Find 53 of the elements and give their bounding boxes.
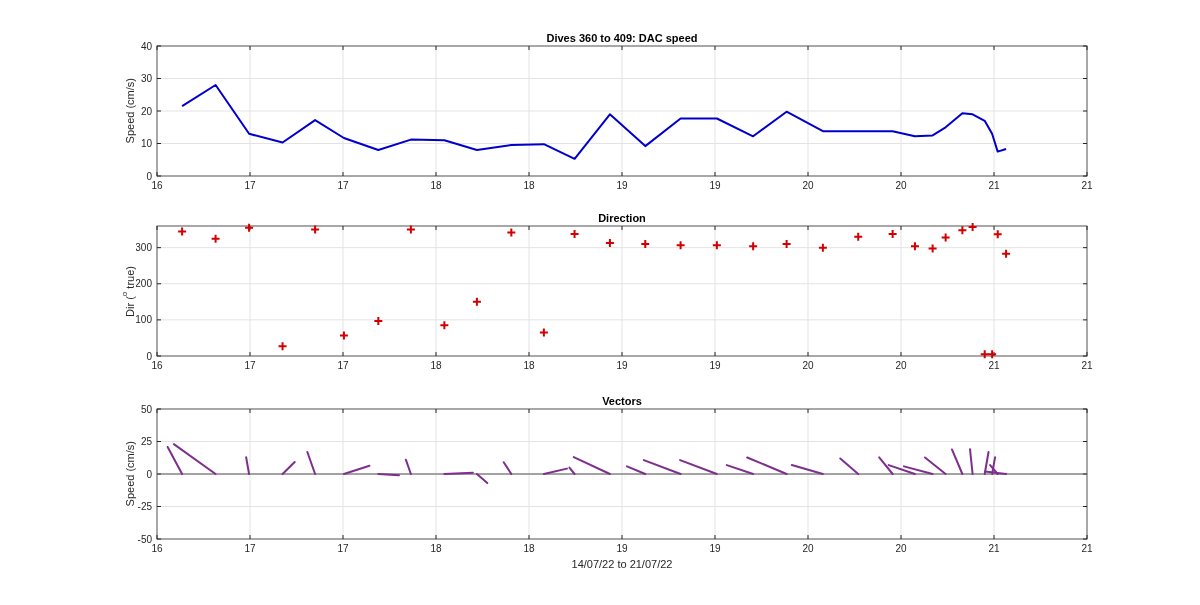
tick-label: 20 xyxy=(802,180,814,191)
tick-label: 17 xyxy=(337,180,349,191)
chart-title: Vectors xyxy=(602,395,642,407)
tick-label: 18 xyxy=(523,360,535,371)
tick-label: 21 xyxy=(1081,360,1093,371)
tick-label: 20 xyxy=(895,180,907,191)
axis-label: Speed (cm/s) xyxy=(123,441,136,507)
tick-label: 50 xyxy=(140,403,152,415)
tick-label: 10 xyxy=(140,138,152,149)
tick-label: 20 xyxy=(802,360,814,371)
tick-label: 17 xyxy=(337,360,349,371)
axis-label: 14/07/22 to 21/07/22 xyxy=(571,558,673,570)
tick-label: 19 xyxy=(616,543,628,554)
chart-title: Direction xyxy=(598,212,646,224)
tick-label: 19 xyxy=(709,543,721,554)
tick-label: 21 xyxy=(1081,543,1093,554)
tick-label: 18 xyxy=(430,360,442,371)
tick-label: 18 xyxy=(430,543,442,554)
tick-label: 16 xyxy=(151,360,163,371)
tick-label: 18 xyxy=(430,180,442,191)
tick-label: 18 xyxy=(523,180,535,191)
tick-label: 20 xyxy=(895,360,907,371)
tick-label: 16 xyxy=(151,180,163,191)
tick-label: 30 xyxy=(140,73,152,84)
tick-label: 0 xyxy=(146,170,152,182)
tick-label: 17 xyxy=(244,360,256,371)
tick-label: 19 xyxy=(709,180,721,191)
tick-label: 16 xyxy=(151,543,163,554)
tick-label: 20 xyxy=(140,105,152,117)
axis-label: Speed (cm/s) xyxy=(123,78,136,144)
tick-label: 18 xyxy=(523,543,535,554)
tick-label: 21 xyxy=(988,180,1000,191)
tick-label: 19 xyxy=(709,360,721,371)
tick-label: 21 xyxy=(988,360,1000,371)
tick-label: 20 xyxy=(802,543,814,554)
tick-label: 20 xyxy=(895,543,907,554)
chart-title: Dives 360 to 409: DAC speed xyxy=(546,32,698,44)
tick-label: 17 xyxy=(244,543,256,554)
tick-label: 19 xyxy=(616,180,628,191)
tick-label: 40 xyxy=(140,40,152,52)
tick-label: 17 xyxy=(244,180,256,191)
tick-label: 25 xyxy=(140,436,152,447)
tick-label: 21 xyxy=(1081,180,1093,191)
tick-label: 0 xyxy=(146,350,152,362)
tick-label: -50 xyxy=(137,533,152,545)
tick-label: 100 xyxy=(136,314,152,326)
tick-label: 200 xyxy=(136,278,152,290)
tick-label: 300 xyxy=(136,242,152,254)
tick-label: 19 xyxy=(616,360,628,371)
tick-label: 0 xyxy=(146,468,152,480)
tick-label: 17 xyxy=(337,543,349,554)
tick-label: 21 xyxy=(988,543,1000,554)
tick-label: -25 xyxy=(137,501,152,512)
